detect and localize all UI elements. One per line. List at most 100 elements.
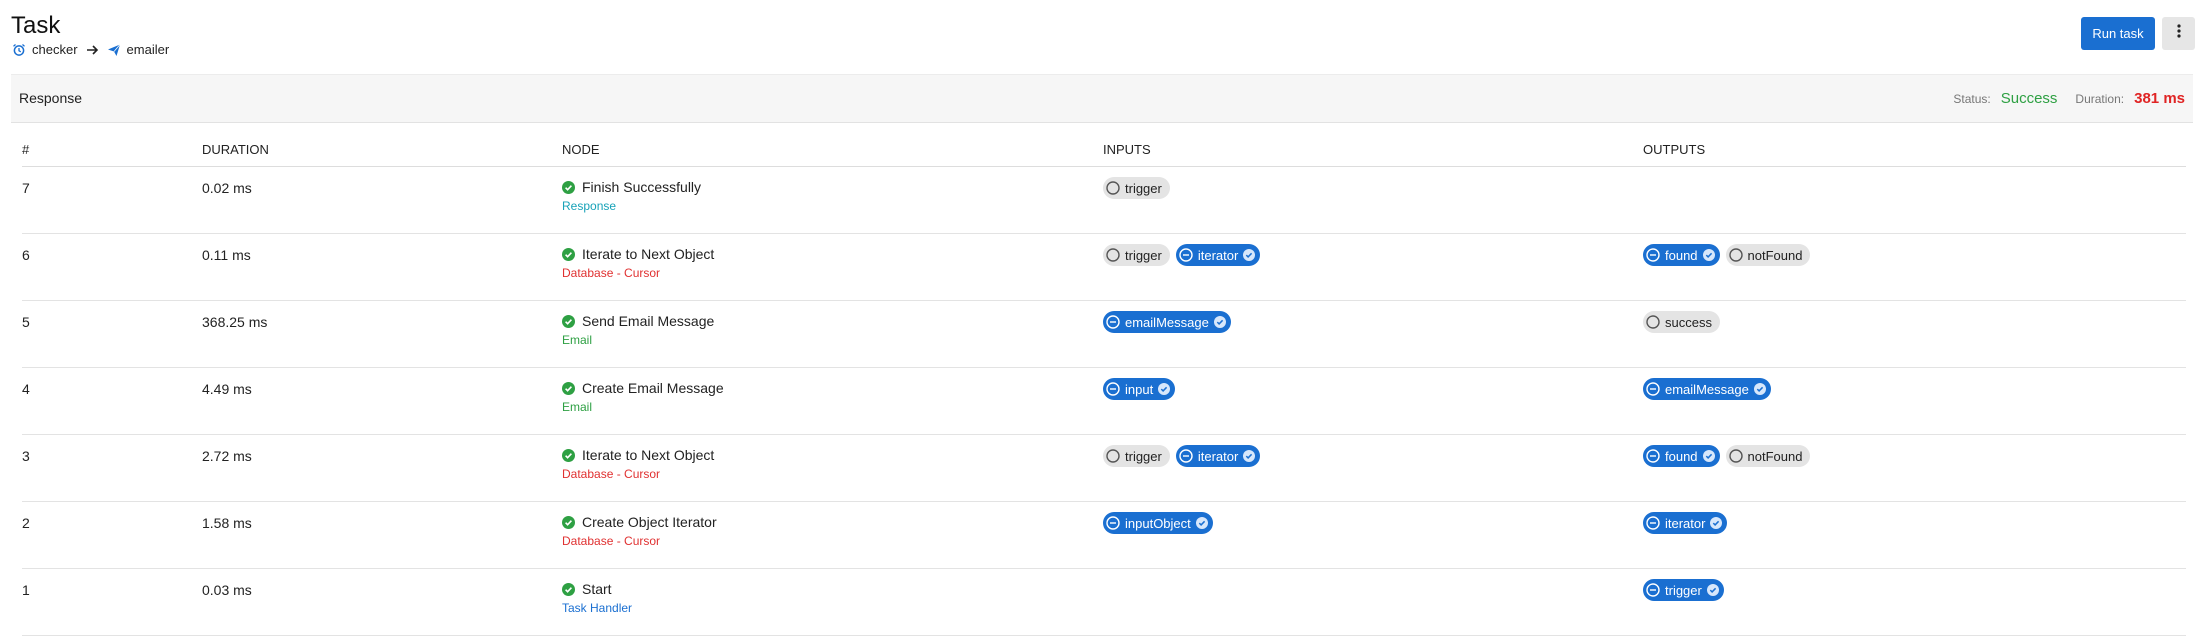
task-route: checker emailer	[12, 42, 169, 57]
port-pill[interactable]: iterator	[1643, 512, 1728, 534]
port-label: iterator	[1197, 247, 1239, 263]
check-badge-icon	[1195, 517, 1208, 529]
page-title: Task	[11, 12, 61, 39]
row-duration: 2.72 ms	[202, 434, 562, 502]
empty-circle-icon	[1106, 449, 1120, 463]
check-badge-icon	[1243, 249, 1256, 261]
row-node: Iterate to Next Object Database - Cursor	[562, 233, 1103, 301]
port-pill[interactable]: input	[1103, 378, 1176, 400]
row-inputs: trigger	[1103, 166, 1643, 234]
port-label: trigger	[1665, 582, 1702, 598]
column-header-duration: DURATION	[202, 132, 562, 167]
node-type: Database - Cursor	[562, 266, 661, 280]
table-header-row: # DURATION NODE INPUTS OUTPUTS	[22, 132, 2186, 167]
node-name: Send Email Message	[582, 313, 715, 329]
response-meta: Status: Success Duration: 381 ms	[1953, 90, 2185, 107]
row-node: Send Email Message Email	[562, 300, 1103, 368]
node-name: Start	[582, 581, 612, 597]
check-badge-icon	[1706, 584, 1719, 596]
port-pill[interactable]: inputObject	[1103, 512, 1213, 534]
row-number: 6	[22, 233, 202, 301]
port-label: found	[1665, 247, 1698, 263]
check-circle-icon	[562, 582, 575, 596]
row-node: Iterate to Next Object Database - Cursor	[562, 434, 1103, 502]
source-name[interactable]: checker	[32, 42, 78, 57]
check-circle-icon	[562, 247, 575, 261]
port-label: trigger	[1125, 247, 1162, 263]
row-outputs: found notFound	[1643, 233, 2186, 301]
port-label: emailMessage	[1125, 314, 1209, 330]
check-circle-icon	[562, 314, 575, 328]
port-pill[interactable]: notFound	[1725, 244, 1811, 266]
run-task-button[interactable]: Run task	[2081, 17, 2155, 50]
port-label: trigger	[1125, 180, 1162, 196]
row-number: 4	[22, 367, 202, 435]
empty-circle-icon	[1728, 449, 1743, 463]
row-number: 1	[22, 568, 202, 636]
port-pill[interactable]: emailMessage	[1103, 311, 1231, 333]
check-badge-icon	[1710, 517, 1723, 529]
response-summary-bar: Response Status: Success Duration: 381 m…	[11, 74, 2193, 123]
check-badge-icon	[1158, 383, 1171, 395]
port-pill[interactable]: emailMessage	[1643, 378, 1771, 400]
table-row[interactable]: 6 0.11 ms Iterate to Next Object Database -…	[22, 233, 2186, 301]
node-type: Response	[562, 199, 617, 213]
port-label: success	[1665, 314, 1712, 330]
row-node: Finish Successfully Response	[562, 166, 1103, 234]
row-duration: 0.03 ms	[202, 568, 562, 636]
minus-circle-icon	[1106, 382, 1120, 396]
port-pill[interactable]: trigger	[1103, 177, 1170, 199]
table-row[interactable]: 4 4.49 ms Create Email Message Email input em…	[22, 367, 2186, 435]
check-circle-icon	[562, 180, 575, 194]
node-type: Database - Cursor	[562, 467, 661, 481]
node-name: Iterate to Next Object	[582, 246, 715, 262]
minus-circle-icon	[1106, 516, 1120, 530]
table-row[interactable]: 5 368.25 ms Send Email Message Email emailMe…	[22, 300, 2186, 368]
row-node: Start Task Handler	[562, 568, 1103, 636]
table-row[interactable]: 3 2.72 ms Iterate to Next Object Database -…	[22, 434, 2186, 502]
row-node: Create Email Message Email	[562, 367, 1103, 435]
minus-circle-icon	[1179, 248, 1193, 262]
row-outputs: trigger	[1643, 568, 2186, 636]
port-pill[interactable]: trigger	[1643, 579, 1724, 601]
port-label: iterator	[1665, 515, 1706, 531]
column-header-outputs: OUTPUTS	[1643, 132, 2186, 167]
row-outputs: emailMessage	[1643, 367, 2186, 435]
duration-value: 381 ms	[2134, 90, 2185, 107]
row-duration: 368.25 ms	[202, 300, 562, 368]
vertical-dots-icon	[2176, 24, 2181, 43]
table-row[interactable]: 1 0.03 ms Start Task Handler trigger	[22, 568, 2186, 636]
port-pill[interactable]: iterator	[1175, 244, 1261, 266]
port-pill[interactable]: notFound	[1725, 445, 1811, 467]
check-circle-icon	[562, 381, 575, 395]
port-pill[interactable]: trigger	[1103, 445, 1170, 467]
paper-plane-icon	[107, 43, 121, 57]
minus-circle-icon	[1646, 516, 1660, 530]
more-options-button[interactable]	[2162, 17, 2195, 50]
port-label: found	[1665, 448, 1698, 464]
port-pill[interactable]: iterator	[1175, 445, 1261, 467]
task-header: Task checker emailer Run task	[0, 0, 2205, 74]
minus-circle-icon	[1179, 449, 1193, 463]
node-name: Iterate to Next Object	[582, 447, 715, 463]
node-type: Email	[562, 333, 593, 347]
row-outputs: success	[1643, 300, 2186, 368]
row-number: 5	[22, 300, 202, 368]
port-pill[interactable]: found	[1643, 445, 1720, 467]
table-row[interactable]: 2 1.58 ms Create Object Iterator Database -…	[22, 501, 2186, 569]
empty-circle-icon	[1106, 181, 1120, 195]
port-label: iterator	[1197, 448, 1239, 464]
target-name[interactable]: emailer	[127, 42, 170, 57]
node-type: Task Handler	[562, 601, 633, 615]
check-circle-icon	[562, 515, 575, 529]
check-badge-icon	[1702, 450, 1715, 462]
port-label: notFound	[1747, 247, 1803, 263]
port-pill[interactable]: success	[1643, 311, 1720, 333]
port-pill[interactable]: found	[1643, 244, 1720, 266]
port-pill[interactable]: trigger	[1103, 244, 1170, 266]
minus-circle-icon	[1646, 248, 1660, 262]
row-number: 3	[22, 434, 202, 502]
minus-circle-icon	[1646, 449, 1660, 463]
row-number: 7	[22, 166, 202, 234]
table-row[interactable]: 7 0.02 ms Finish Successfully Response trigg…	[22, 166, 2186, 234]
